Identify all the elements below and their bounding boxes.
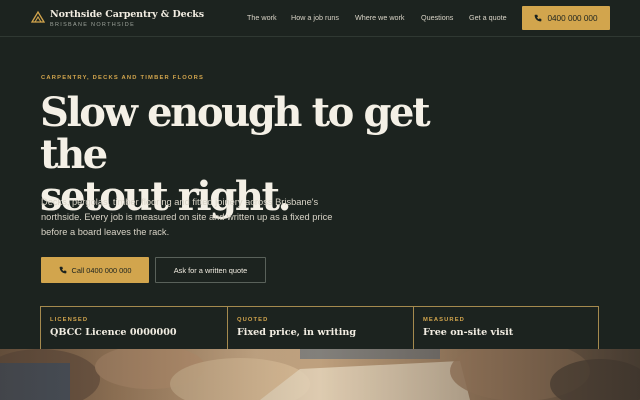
roof-triangle-icon [31, 10, 45, 23]
fact-value: QBCC Licence 0000000 [50, 327, 177, 338]
brand-name: Northside Carpentry & Decks [50, 9, 204, 20]
nav-link-how-a-job-runs[interactable]: How a job runs [291, 13, 339, 22]
brand-text: Northside Carpentry & Decks BRISBANE NOR… [50, 9, 204, 29]
nav-link-get-a-quote[interactable]: Get a quote [469, 13, 507, 22]
fact-value: Free on-site visit [423, 327, 514, 338]
brand-location: BRISBANE NORTHSIDE [50, 22, 136, 28]
hero-description: Decks, pergolas, timber flooring and fit… [41, 197, 333, 237]
nav-link-questions[interactable]: Questions [421, 13, 453, 22]
fact-measured: MEASURED Free on-site visit [413, 307, 599, 350]
call-button-label: Call 0400 000 000 [71, 265, 132, 275]
site-header: Northside Carpentry & Decks BRISBANE NOR… [0, 0, 640, 37]
phone-icon [535, 14, 542, 22]
written-quote-button[interactable]: Ask for a written quote [155, 257, 266, 283]
header-phone-button[interactable]: 0400 000 000 [522, 6, 610, 30]
phone-icon [59, 266, 66, 274]
nav-link-the-work[interactable]: The work [247, 13, 277, 22]
hero-headline-line-1: Slow enough to get the [40, 89, 431, 178]
call-button[interactable]: Call 0400 000 000 [41, 257, 149, 283]
carpenter-photo-image [0, 349, 640, 400]
fact-label: QUOTED [237, 317, 269, 323]
fact-label: MEASURED [423, 317, 465, 323]
fact-quoted: QUOTED Fixed price, in writing [227, 307, 413, 350]
facts-strip: LICENSED QBCC Licence 0000000 QUOTED Fix… [40, 306, 599, 350]
nav-link-where-we-work[interactable]: Where we work [355, 13, 405, 22]
brand-logo[interactable]: Northside Carpentry & Decks BRISBANE NOR… [31, 9, 204, 29]
fact-value: Fixed price, in writing [237, 327, 357, 338]
hero-photo [0, 349, 640, 400]
header-phone-number: 0400 000 000 [547, 13, 598, 23]
fact-label: LICENSED [50, 317, 89, 323]
fact-licensed: LICENSED QBCC Licence 0000000 [40, 307, 227, 350]
hero-eyebrow: CARPENTRY, DECKS AND TIMBER FLOORS [41, 75, 205, 81]
